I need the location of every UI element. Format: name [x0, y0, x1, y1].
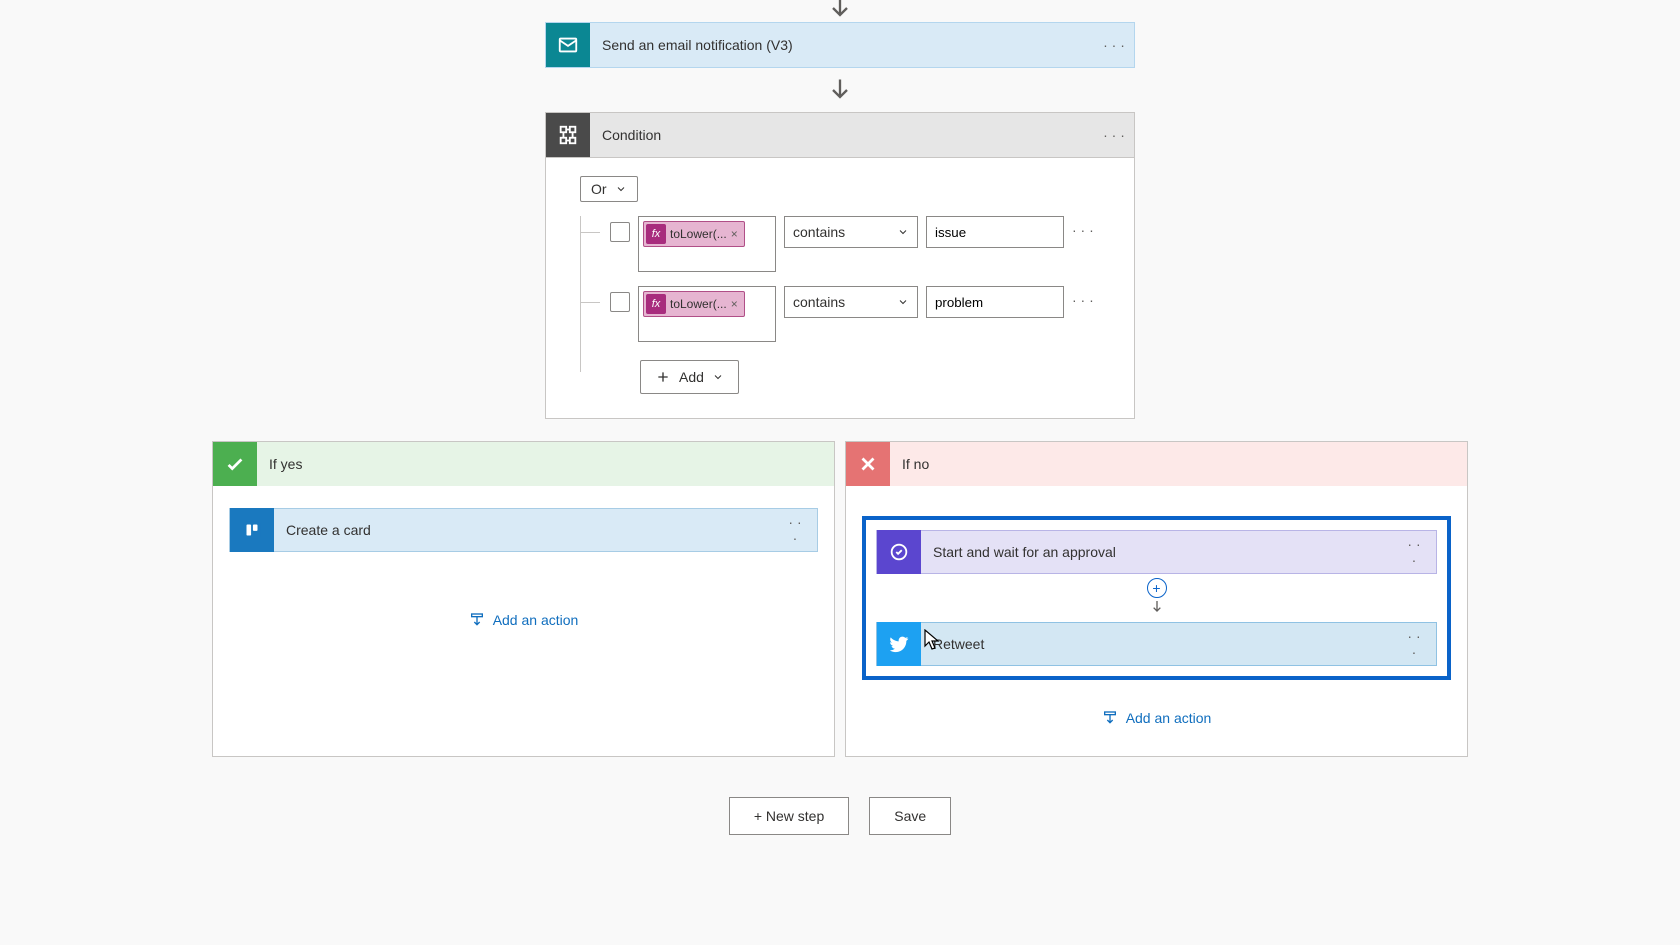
arrow-down-icon — [0, 76, 1680, 104]
save-label: Save — [894, 808, 926, 824]
fx-icon: fx — [646, 224, 666, 244]
fx-icon: fx — [646, 294, 666, 314]
trello-icon — [230, 508, 274, 552]
expression-text: toLower(... — [670, 227, 727, 241]
if-yes-title: If yes — [257, 456, 302, 472]
insert-step: + — [876, 578, 1437, 616]
chevron-down-icon — [897, 296, 909, 308]
approval-action[interactable]: Start and wait for an approval · · · — [876, 530, 1437, 574]
retweet-action-menu[interactable]: · · · — [1404, 628, 1436, 660]
email-step[interactable]: Send an email notification (V3) · · · — [545, 22, 1135, 68]
plus-icon — [655, 369, 671, 385]
condition-icon — [546, 113, 590, 157]
expression-token[interactable]: fx toLower(... × — [643, 291, 745, 317]
retweet-action-title: Retweet — [921, 636, 1404, 652]
add-label: Add — [679, 369, 704, 385]
condition-step[interactable]: Condition · · · — [545, 112, 1135, 158]
if-no-header[interactable]: If no — [846, 442, 1467, 486]
trello-action-menu[interactable]: · · · — [785, 514, 817, 546]
new-step-label: + New step — [754, 808, 824, 824]
row-checkbox[interactable] — [610, 292, 630, 312]
selected-group: Start and wait for an approval · · · + R… — [862, 516, 1451, 680]
expression-text: toLower(... — [670, 297, 727, 311]
check-icon — [213, 442, 257, 486]
arrow-down-icon — [0, 0, 1680, 22]
condition-menu[interactable]: · · · — [1102, 127, 1134, 143]
add-action-icon — [469, 612, 485, 628]
remove-token-icon[interactable]: × — [731, 227, 738, 241]
add-action-no[interactable]: Add an action — [862, 710, 1451, 726]
if-no-title: If no — [890, 456, 929, 472]
approval-action-menu[interactable]: · · · — [1404, 536, 1436, 568]
add-action-label: Add an action — [493, 612, 579, 628]
row-left-operand[interactable]: fx toLower(... × — [638, 286, 776, 342]
mail-icon — [546, 23, 590, 67]
operator-label: contains — [793, 224, 845, 240]
chevron-down-icon — [712, 371, 724, 383]
email-step-menu[interactable]: · · · — [1102, 37, 1134, 53]
add-condition-button[interactable]: Add — [640, 360, 739, 394]
row-menu[interactable]: · · · — [1072, 286, 1094, 308]
logic-operator-select[interactable]: Or — [580, 176, 638, 202]
row-menu[interactable]: · · · — [1072, 216, 1094, 238]
retweet-action[interactable]: Retweet · · · — [876, 622, 1437, 666]
add-action-yes[interactable]: Add an action — [229, 612, 818, 628]
if-no-branch: If no Start and wait for an approval · ·… — [845, 441, 1468, 757]
operator-select[interactable]: contains — [784, 286, 918, 318]
approval-action-title: Start and wait for an approval — [921, 544, 1404, 560]
close-icon — [846, 442, 890, 486]
condition-title: Condition — [590, 127, 1102, 143]
chevron-down-icon — [615, 183, 627, 195]
remove-token-icon[interactable]: × — [731, 297, 738, 311]
value-input[interactable] — [926, 286, 1064, 318]
add-action-label: Add an action — [1126, 710, 1212, 726]
add-action-icon — [1102, 710, 1118, 726]
condition-body: Or fx toLower(... × contains — [545, 158, 1135, 419]
arrow-down-icon — [1149, 598, 1165, 616]
if-yes-branch: If yes Create a card · · · Add an action — [212, 441, 835, 757]
operator-label: contains — [793, 294, 845, 310]
save-button[interactable]: Save — [869, 797, 951, 835]
email-step-title: Send an email notification (V3) — [590, 37, 1102, 53]
twitter-icon — [877, 622, 921, 666]
value-input[interactable] — [926, 216, 1064, 248]
approval-icon — [877, 530, 921, 574]
condition-row: fx toLower(... × contains · · · — [610, 216, 1110, 272]
trello-action-title: Create a card — [274, 522, 785, 538]
insert-step-button[interactable]: + — [1147, 578, 1167, 598]
trello-action[interactable]: Create a card · · · — [229, 508, 818, 552]
condition-row: fx toLower(... × contains · · · — [610, 286, 1110, 342]
row-left-operand[interactable]: fx toLower(... × — [638, 216, 776, 272]
logic-operator-label: Or — [591, 181, 607, 197]
if-yes-header[interactable]: If yes — [213, 442, 834, 486]
rail — [580, 216, 581, 372]
operator-select[interactable]: contains — [784, 216, 918, 248]
expression-token[interactable]: fx toLower(... × — [643, 221, 745, 247]
chevron-down-icon — [897, 226, 909, 238]
row-checkbox[interactable] — [610, 222, 630, 242]
new-step-button[interactable]: + New step — [729, 797, 849, 835]
